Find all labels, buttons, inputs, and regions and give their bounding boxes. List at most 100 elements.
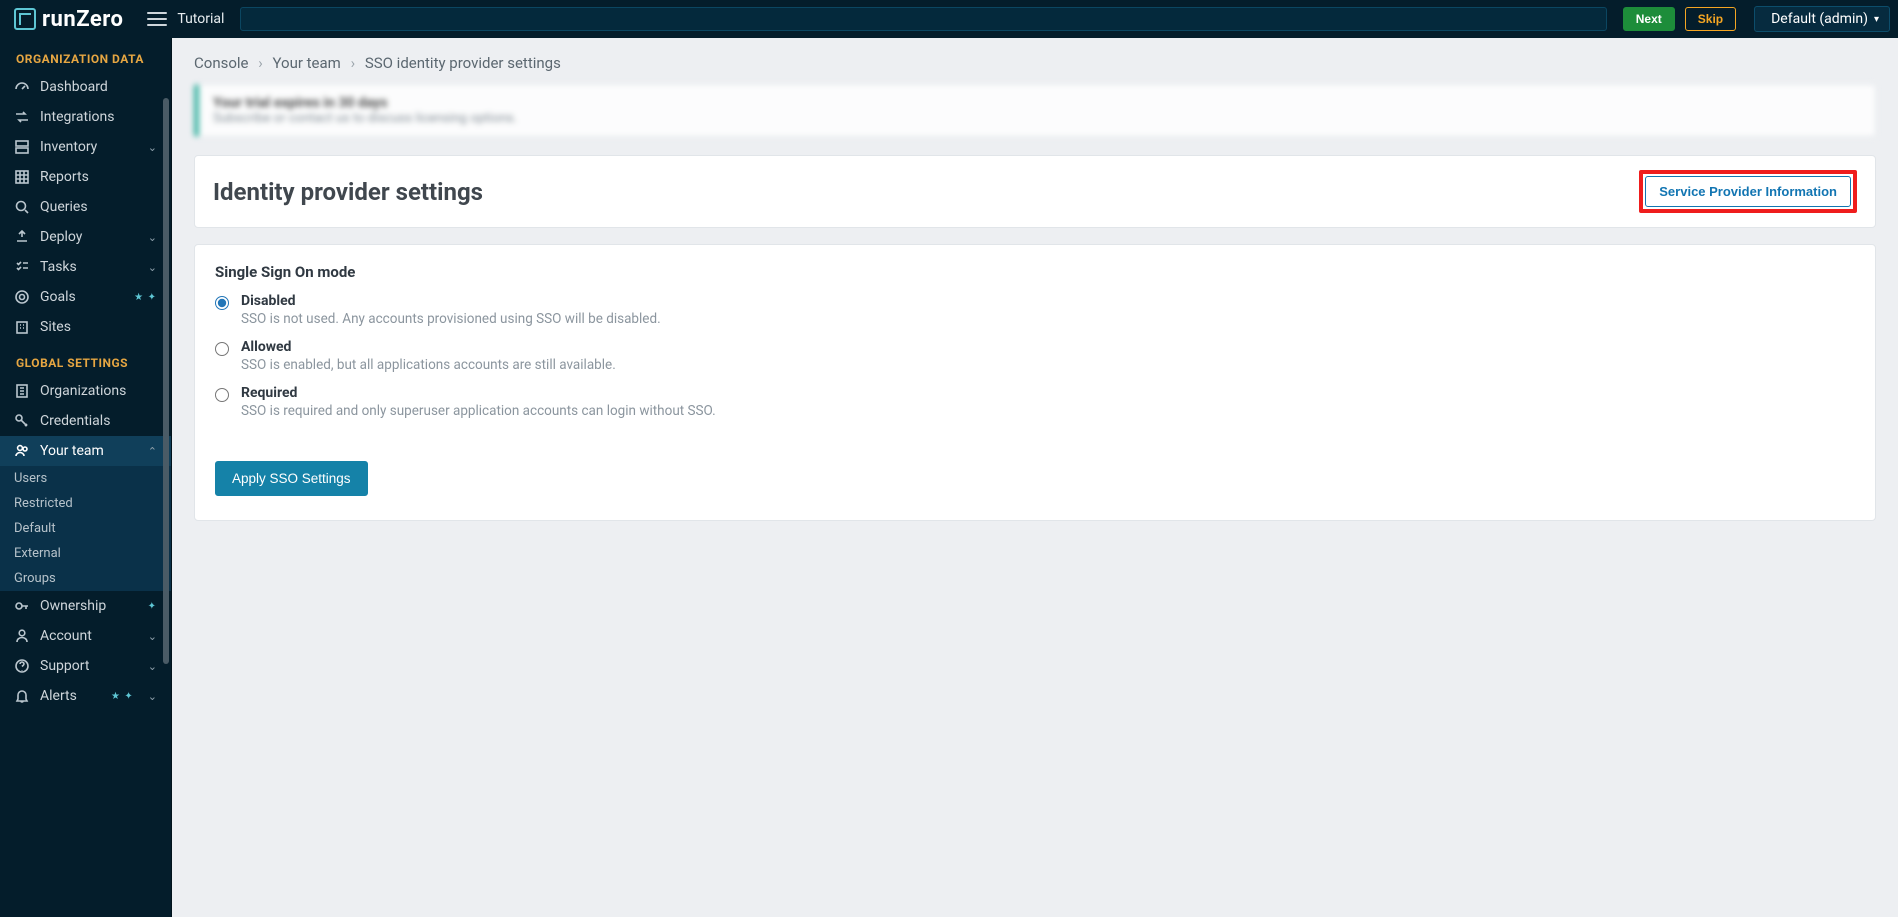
- chevron-down-icon: ⌄: [148, 261, 157, 274]
- key-icon: [14, 413, 30, 429]
- gauge-icon: [14, 79, 30, 95]
- chevron-down-icon: ⌄: [148, 690, 157, 703]
- sidebar-sub-external[interactable]: External: [0, 541, 171, 566]
- sidebar-item-support[interactable]: Support ⌄: [0, 651, 171, 681]
- nav-toggle-icon[interactable]: [147, 12, 167, 26]
- sidebar-item-label: Integrations: [40, 109, 114, 125]
- sidebar-item-deploy[interactable]: Deploy ⌄: [0, 222, 171, 252]
- sidebar-item-ownership[interactable]: Ownership ✦: [0, 591, 171, 621]
- radio-required[interactable]: [215, 388, 229, 402]
- sidebar-item-integrations[interactable]: Integrations: [0, 102, 171, 132]
- sidebar: ORGANIZATION DATA Dashboard Integrations…: [0, 38, 172, 917]
- building-icon: [14, 319, 30, 335]
- logo-mark-icon: [14, 8, 36, 30]
- key-icon: [14, 598, 30, 614]
- sidebar-item-label: Inventory: [40, 139, 97, 155]
- radio-label: Disabled: [241, 293, 661, 309]
- sso-option-disabled[interactable]: Disabled SSO is not used. Any accounts p…: [215, 293, 1855, 327]
- breadcrumb-current: SSO identity provider settings: [365, 54, 561, 72]
- sidebar-scrollbar[interactable]: [163, 98, 169, 907]
- service-provider-info-button[interactable]: Service Provider Information: [1645, 176, 1851, 207]
- sidebar-item-label: Ownership: [40, 598, 106, 614]
- sidebar-sub-default[interactable]: Default: [0, 516, 171, 541]
- org-switcher-label: Default (admin): [1771, 11, 1868, 27]
- chevron-down-icon: ⌄: [148, 141, 157, 154]
- deploy-icon: [14, 229, 30, 245]
- target-icon: [14, 289, 30, 305]
- sidebar-item-organizations[interactable]: Organizations: [0, 376, 171, 406]
- radio-desc: SSO is enabled, but all applications acc…: [241, 357, 616, 373]
- radio-desc: SSO is required and only superuser appli…: [241, 403, 716, 419]
- org-switcher[interactable]: Default (admin) ▾: [1754, 6, 1890, 32]
- radio-disabled[interactable]: [215, 296, 229, 310]
- sidebar-item-label: Tasks: [40, 259, 77, 275]
- panel-sso-mode: Single Sign On mode Disabled SSO is not …: [194, 244, 1876, 521]
- sidebar-item-label: Queries: [40, 199, 88, 215]
- sidebar-item-reports[interactable]: Reports: [0, 162, 171, 192]
- chevron-down-icon: ⌄: [148, 231, 157, 244]
- chevron-up-icon: ⌃: [148, 445, 157, 458]
- global-search-input[interactable]: [240, 7, 1606, 31]
- banner-title: Your trial expires in 30 days: [213, 95, 517, 111]
- tutorial-label: Tutorial: [177, 11, 224, 27]
- chevron-right-icon: ›: [258, 54, 263, 72]
- sso-option-required[interactable]: Required SSO is required and only superu…: [215, 385, 1855, 419]
- brand-logo[interactable]: runZero: [0, 7, 137, 32]
- sp-button-highlight: Service Provider Information: [1639, 170, 1857, 213]
- chevron-down-icon: ⌄: [148, 660, 157, 673]
- sidebar-item-alerts[interactable]: Alerts ★ ✦ ⌄: [0, 681, 171, 711]
- topbar: runZero Tutorial Next Skip Default (admi…: [0, 0, 1898, 38]
- banner-subtitle: Subscribe or contact us to discuss licen…: [213, 111, 517, 126]
- sidebar-item-goals[interactable]: Goals ★ ✦: [0, 282, 171, 312]
- sidebar-item-label: Dashboard: [40, 79, 108, 95]
- radio-allowed[interactable]: [215, 342, 229, 356]
- sidebar-sub-restricted[interactable]: Restricted: [0, 491, 171, 516]
- sidebar-item-credentials[interactable]: Credentials: [0, 406, 171, 436]
- sidebar-item-inventory[interactable]: Inventory ⌄: [0, 132, 171, 162]
- sidebar-item-label: Your team: [40, 443, 104, 459]
- trial-banner: Your trial expires in 30 days Subscribe …: [194, 84, 1876, 137]
- grid-icon: [14, 169, 30, 185]
- sidebar-sub-users[interactable]: Users: [0, 466, 171, 491]
- sidebar-item-label: Account: [40, 628, 92, 644]
- sidebar-item-label: Deploy: [40, 229, 82, 245]
- sso-mode-title: Single Sign On mode: [215, 263, 1855, 281]
- sidebar-item-account[interactable]: Account ⌄: [0, 621, 171, 651]
- stars-icon: ★ ✦: [134, 292, 157, 303]
- user-icon: [14, 628, 30, 644]
- main-content: Console › Your team › SSO identity provi…: [172, 38, 1898, 917]
- sidebar-sub-groups[interactable]: Groups: [0, 566, 171, 591]
- panel-idp-header: Identity provider settings Service Provi…: [194, 155, 1876, 228]
- sidebar-item-your-team[interactable]: Your team ⌃: [0, 436, 171, 466]
- org-icon: [14, 383, 30, 399]
- chevron-down-icon: ▾: [1874, 14, 1879, 25]
- checklist-icon: [14, 259, 30, 275]
- search-icon: [14, 199, 30, 215]
- sidebar-item-queries[interactable]: Queries: [0, 192, 171, 222]
- radio-label: Required: [241, 385, 716, 401]
- skip-button[interactable]: Skip: [1685, 7, 1736, 31]
- sidebar-item-tasks[interactable]: Tasks ⌄: [0, 252, 171, 282]
- sso-option-allowed[interactable]: Allowed SSO is enabled, but all applicat…: [215, 339, 1855, 373]
- sidebar-item-label: Credentials: [40, 413, 110, 429]
- section-header-global: GLOBAL SETTINGS: [0, 342, 171, 376]
- chevron-down-icon: ⌄: [148, 630, 157, 643]
- sidebar-item-label: Support: [40, 658, 89, 674]
- sidebar-item-sites[interactable]: Sites: [0, 312, 171, 342]
- next-button[interactable]: Next: [1623, 7, 1675, 31]
- breadcrumb-console[interactable]: Console: [194, 54, 249, 72]
- help-icon: [14, 658, 30, 674]
- sidebar-item-label: Organizations: [40, 383, 126, 399]
- sidebar-item-label: Sites: [40, 319, 71, 335]
- sidebar-item-dashboard[interactable]: Dashboard: [0, 72, 171, 102]
- apply-sso-button[interactable]: Apply SSO Settings: [215, 461, 368, 496]
- radio-label: Allowed: [241, 339, 616, 355]
- radio-desc: SSO is not used. Any accounts provisione…: [241, 311, 661, 327]
- brand-text: runZero: [42, 7, 123, 32]
- bell-icon: [14, 688, 30, 704]
- sidebar-item-label: Reports: [40, 169, 89, 185]
- breadcrumb-team[interactable]: Your team: [272, 54, 340, 72]
- swap-icon: [14, 109, 30, 125]
- sidebar-item-label: Alerts: [40, 688, 77, 704]
- breadcrumb: Console › Your team › SSO identity provi…: [194, 52, 1876, 84]
